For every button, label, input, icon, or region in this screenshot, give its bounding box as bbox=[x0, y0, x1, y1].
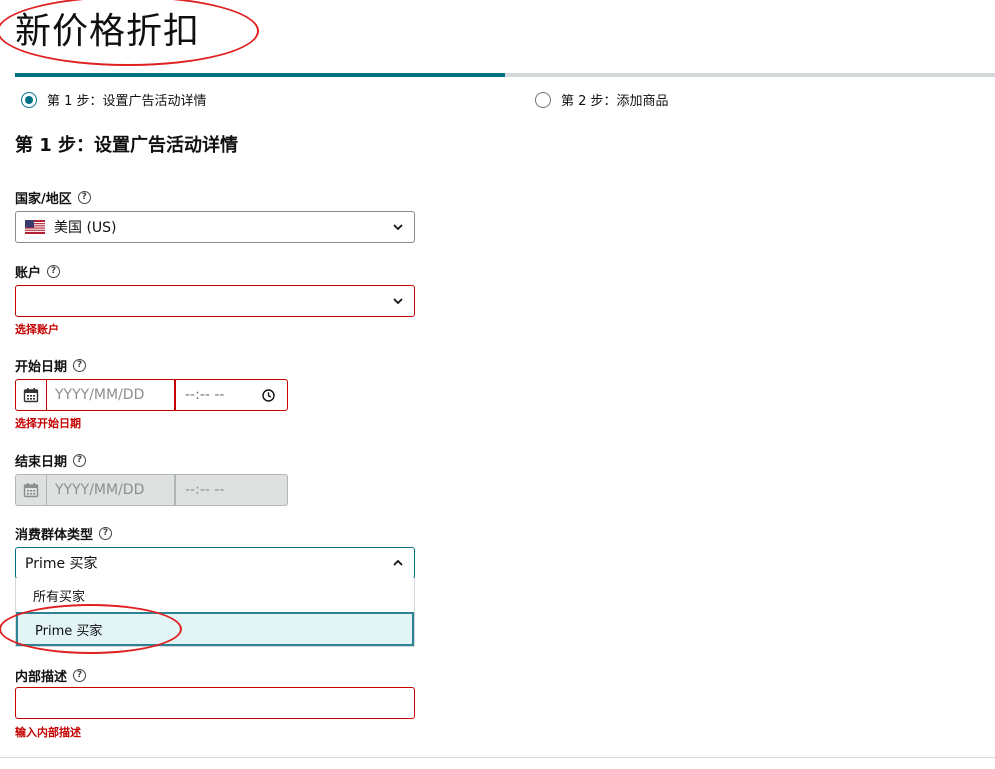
country-label-text: 国家/地区 bbox=[15, 192, 72, 207]
account-select[interactable] bbox=[15, 285, 415, 317]
audience-label-text: 消费群体类型 bbox=[15, 528, 94, 543]
start-date-label-text: 开始日期 bbox=[15, 360, 68, 375]
help-icon[interactable]: ? bbox=[47, 265, 61, 278]
help-icon[interactable]: ? bbox=[73, 359, 87, 372]
start-time-placeholder: --:-- -- bbox=[185, 387, 225, 403]
step-1[interactable]: 第 1 步：设置广告活动详情 bbox=[21, 90, 207, 109]
start-date-placeholder: YYYY/MM/DD bbox=[55, 387, 145, 403]
step-2-label: 第 2 步：添加商品 bbox=[561, 94, 669, 109]
audience-value: Prime 买家 bbox=[25, 556, 98, 572]
us-flag-icon bbox=[25, 220, 45, 234]
country-label: 国家/地区 ? bbox=[15, 188, 91, 207]
description-error: 输入内部描述 bbox=[15, 726, 81, 739]
end-date-label-text: 结束日期 bbox=[15, 455, 68, 470]
page-title: 新价格折扣 bbox=[15, 11, 201, 52]
progress-fill bbox=[15, 73, 505, 77]
start-date-input[interactable]: YYYY/MM/DD bbox=[47, 379, 175, 411]
account-label: 账户 ? bbox=[15, 262, 61, 281]
end-time-input: --:-- -- bbox=[175, 474, 288, 506]
dropdown-option[interactable]: 所有买家 bbox=[16, 578, 414, 612]
start-date-label: 开始日期 ? bbox=[15, 356, 87, 375]
divider bbox=[0, 757, 995, 758]
end-time-placeholder: --:-- -- bbox=[185, 482, 225, 498]
account-error: 选择账户 bbox=[15, 323, 59, 336]
option-label: 所有买家 bbox=[33, 589, 86, 605]
audience-select[interactable]: Prime 买家 bbox=[15, 547, 415, 579]
help-icon[interactable]: ? bbox=[99, 527, 113, 540]
progress-bar bbox=[15, 73, 995, 77]
end-date-placeholder: YYYY/MM/DD bbox=[55, 482, 145, 498]
start-date-error: 选择开始日期 bbox=[15, 417, 81, 430]
account-label-text: 账户 bbox=[15, 266, 42, 281]
step-2-radio-icon[interactable] bbox=[535, 91, 551, 108]
description-input[interactable] bbox=[15, 687, 415, 719]
country-select[interactable]: 美国 (US) bbox=[15, 211, 415, 243]
end-date-input: YYYY/MM/DD bbox=[47, 474, 175, 506]
description-label: 内部描述 ? bbox=[15, 666, 87, 685]
section-title: 第 1 步：设置广告活动详情 bbox=[15, 135, 239, 156]
audience-dropdown: 所有买家 Prime 买家 bbox=[15, 578, 415, 647]
help-icon[interactable]: ? bbox=[73, 454, 87, 467]
description-label-text: 内部描述 bbox=[15, 670, 68, 685]
end-date-group: YYYY/MM/DD --:-- -- bbox=[15, 474, 288, 506]
step-2[interactable]: 第 2 步：添加商品 bbox=[535, 90, 669, 109]
start-time-input[interactable]: --:-- -- bbox=[175, 379, 288, 411]
clock-icon[interactable] bbox=[262, 389, 275, 402]
help-icon[interactable]: ? bbox=[77, 191, 91, 204]
option-label: Prime 买家 bbox=[35, 623, 103, 639]
dropdown-option-selected[interactable]: Prime 买家 bbox=[16, 612, 414, 646]
calendar-icon[interactable] bbox=[15, 379, 47, 411]
audience-label: 消费群体类型 ? bbox=[15, 524, 113, 543]
chevron-down-icon bbox=[393, 224, 403, 231]
start-date-group: YYYY/MM/DD --:-- -- bbox=[15, 379, 288, 411]
end-date-label: 结束日期 ? bbox=[15, 451, 87, 470]
help-icon[interactable]: ? bbox=[73, 669, 87, 682]
step-1-label: 第 1 步：设置广告活动详情 bbox=[47, 94, 207, 109]
chevron-down-icon bbox=[393, 298, 403, 305]
country-value: 美国 (US) bbox=[54, 220, 117, 236]
step-1-radio-icon[interactable] bbox=[21, 91, 37, 108]
chevron-up-icon bbox=[393, 559, 403, 566]
calendar-icon bbox=[15, 474, 47, 506]
